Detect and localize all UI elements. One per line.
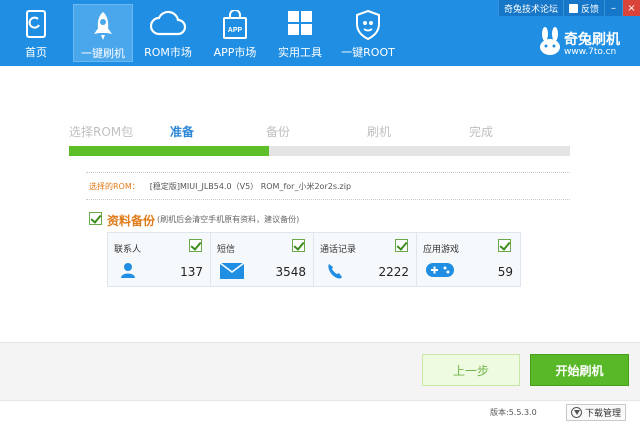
cloud-icon xyxy=(150,10,186,36)
nav-label: 实用工具 xyxy=(278,46,322,59)
selected-rom-label: 选择的ROM： xyxy=(89,182,140,191)
nav-item-app-market[interactable]: APP APP市场 xyxy=(205,4,265,62)
download-icon xyxy=(570,407,582,418)
card-name: 短信 xyxy=(217,245,236,255)
start-flash-button[interactable]: 开始刷机 xyxy=(530,354,629,386)
step-progress-bar xyxy=(69,146,570,156)
nav-label: 一键刷机 xyxy=(81,47,125,60)
status-bar xyxy=(0,400,640,425)
forum-link[interactable]: 奇兔技术论坛 xyxy=(497,0,563,16)
nav-item-rom-market[interactable]: ROM市场 xyxy=(138,4,198,62)
step-select-rom: 选择ROM包 xyxy=(69,125,134,139)
prev-button[interactable]: 上一步 xyxy=(422,354,520,386)
gamepad-icon xyxy=(426,263,454,277)
divider xyxy=(86,172,570,173)
rocket-icon xyxy=(94,12,112,40)
card-name: 应用游戏 xyxy=(423,245,460,255)
svg-text:APP: APP xyxy=(228,27,243,34)
backup-card-apps: 应用游戏 59 xyxy=(417,233,520,286)
backup-card-contacts: 联系人 137 xyxy=(108,233,211,286)
app-bag-icon: APP xyxy=(223,10,247,39)
apps-checkbox[interactable] xyxy=(498,239,511,252)
contacts-checkbox[interactable] xyxy=(189,239,202,252)
step-prepare: 准备 xyxy=(170,125,195,139)
step-backup: 备份 xyxy=(266,125,291,139)
download-manager-button[interactable]: 下载管理 xyxy=(566,404,626,421)
phone-icon xyxy=(26,10,46,38)
nav-label: ROM市场 xyxy=(144,46,192,59)
brand-url: www.7to.cn xyxy=(564,47,617,57)
nav-item-flash[interactable]: 一键刷机 xyxy=(73,4,133,62)
download-manager-label: 下载管理 xyxy=(584,409,621,419)
contact-icon xyxy=(121,263,135,278)
feedback-icon xyxy=(568,3,578,13)
nav-label: APP市场 xyxy=(213,46,257,59)
calls-checkbox[interactable] xyxy=(395,239,408,252)
selected-rom: 选择的ROM： [稳定版]MIUI_JLB54.0（V5） ROM_for_小米2… xyxy=(89,181,351,192)
brand: 奇兔刷机 www.7to.cn xyxy=(538,26,630,60)
nav-label: 一键ROOT xyxy=(341,46,395,59)
backup-title: 资料备份 xyxy=(107,214,156,228)
selected-rom-value: [稳定版]MIUI_JLB54.0（V5） ROM_for_小米2or2s.zi… xyxy=(149,182,352,191)
nav-label: 首页 xyxy=(25,46,47,59)
backup-card-calls: 通话记录 2222 xyxy=(314,233,417,286)
version-label: 版本:5.5.3.0 xyxy=(490,408,537,417)
backup-card-sms: 短信 3548 xyxy=(211,233,314,286)
card-name: 联系人 xyxy=(114,245,142,255)
rabbit-logo-icon xyxy=(540,27,560,55)
close-button[interactable]: × xyxy=(622,0,640,16)
minimize-button[interactable]: – xyxy=(604,0,622,16)
forum-link-label: 奇兔技术论坛 xyxy=(503,4,558,15)
step-done: 完成 xyxy=(469,125,494,139)
feedback-link-label: 反馈 xyxy=(580,4,599,15)
grid-icon xyxy=(288,11,312,35)
nav-item-root[interactable]: 一键ROOT xyxy=(338,4,398,62)
nav-item-home[interactable]: 首页 xyxy=(6,4,66,62)
card-name: 通话记录 xyxy=(320,245,357,255)
feedback-link[interactable]: 反馈 xyxy=(562,0,604,16)
card-count: 137 xyxy=(180,265,203,279)
card-count: 2222 xyxy=(378,265,409,279)
phone-handset-icon xyxy=(328,264,342,279)
backup-hint: (刷机后会清空手机原有资料，建议备份) xyxy=(157,215,300,224)
window-top-links: 奇兔技术论坛 反馈 – × xyxy=(497,0,640,16)
nav-item-tools[interactable]: 实用工具 xyxy=(270,4,330,62)
step-flash: 刷机 xyxy=(367,125,392,139)
card-count: 59 xyxy=(497,265,513,279)
envelope-icon xyxy=(219,262,245,279)
divider xyxy=(86,199,570,200)
step-progress-fill xyxy=(69,146,270,156)
backup-cards: 联系人 137 短信 3548 通话记录 2222 应用游戏 59 xyxy=(107,232,521,287)
card-count: 3548 xyxy=(275,265,306,279)
brand-name: 奇兔刷机 xyxy=(564,32,620,48)
shield-icon xyxy=(356,10,380,40)
top-header: 首页 一键刷机 ROM市场 APP APP市场 实用工具 一键ROOT 奇兔技术… xyxy=(0,0,640,66)
backup-checkbox[interactable] xyxy=(89,212,102,225)
sms-checkbox[interactable] xyxy=(292,239,305,252)
